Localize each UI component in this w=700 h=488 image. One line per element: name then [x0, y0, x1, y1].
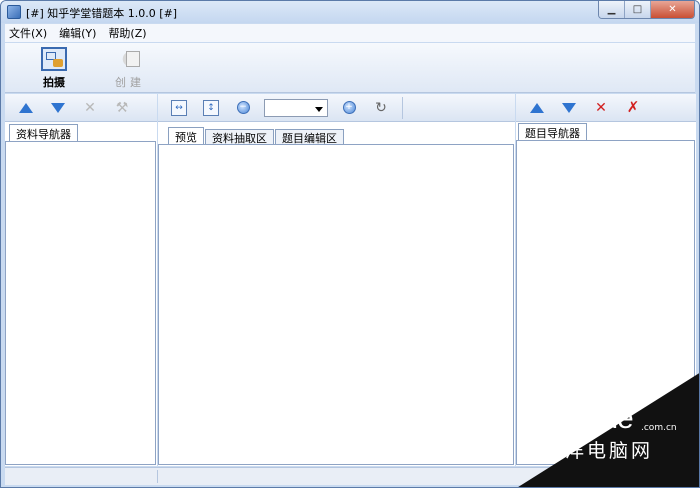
capture-button[interactable]: 拍摄 [31, 47, 77, 91]
watermark-brand: PConline [519, 402, 634, 435]
left-tabstrip: 资料导航器 [9, 124, 79, 142]
material-navigator-tree[interactable] [5, 141, 156, 465]
capture-label: 拍摄 [43, 76, 65, 89]
menu-edit[interactable]: 编辑(Y) [59, 25, 96, 41]
watermark-chinese: 太平洋电脑网 [521, 440, 654, 462]
app-icon[interactable] [7, 5, 21, 19]
move-down-icon[interactable] [558, 98, 580, 118]
zoom-in-icon[interactable]: + [338, 98, 360, 118]
clear-icon[interactable]: ✗ [622, 98, 644, 118]
minimize-button[interactable]: ▁ [599, 1, 625, 18]
menu-bar: 文件(X) 编辑(Y) 帮助(Z) [5, 24, 695, 42]
rotate-icon[interactable]: ↻ [370, 98, 392, 118]
tab-material-extract[interactable]: 资料抽取区 [205, 129, 274, 145]
tab-question-navigator[interactable]: 题目导航器 [518, 123, 587, 141]
left-panel: ✕ ⚒ 资料导航器 [5, 94, 157, 466]
move-up-icon[interactable] [526, 98, 548, 118]
menu-file[interactable]: 文件(X) [9, 25, 47, 41]
fit-width-icon[interactable]: ↔ [168, 98, 190, 118]
menu-help[interactable]: 帮助(Z) [108, 25, 146, 41]
tab-preview[interactable]: 预览 [168, 127, 204, 145]
right-tabstrip: 题目导航器 [518, 123, 588, 141]
zoom-combo[interactable] [264, 98, 328, 117]
pconline-watermark: PConline .com.cn 太平洋电脑网 [515, 372, 699, 487]
create-icon [117, 47, 143, 71]
tools-icon[interactable]: ⚒ [111, 98, 133, 118]
title-bar[interactable]: [#] 知乎学堂错题本 1.0.0 [#] ▁ □ ✕ [1, 1, 699, 23]
delete-icon[interactable]: ✕ [79, 98, 101, 118]
window-controls: ▁ □ ✕ [598, 1, 695, 19]
create-label: 创建 [115, 76, 145, 89]
tab-question-edit[interactable]: 题目编辑区 [275, 129, 344, 145]
tab-material-navigator[interactable]: 资料导航器 [9, 124, 78, 142]
fit-height-icon[interactable]: ↕ [200, 98, 222, 118]
center-panel: ↔ ↕ − + ↻ 预览 资料抽取区 题目编辑区 [158, 94, 515, 466]
app-window: [#] 知乎学堂错题本 1.0.0 [#] ▁ □ ✕ 文件(X) 编辑(Y) … [0, 0, 700, 488]
zoom-out-icon[interactable]: − [232, 98, 254, 118]
maximize-button[interactable]: □ [625, 1, 651, 18]
window-title: [#] 知乎学堂错题本 1.0.0 [#] [26, 7, 178, 20]
camera-icon [41, 47, 67, 71]
delete-icon[interactable]: ✕ [590, 98, 612, 118]
move-down-icon[interactable] [47, 98, 69, 118]
center-tabstrip: 预览 资料抽取区 题目编辑区 [168, 127, 345, 145]
toolbar-separator [402, 96, 403, 119]
center-panel-toolbar: ↔ ↕ − + ↻ [158, 94, 515, 122]
create-button[interactable]: 创建 [107, 47, 153, 91]
move-up-icon[interactable] [15, 98, 37, 118]
left-panel-toolbar: ✕ ⚒ [5, 94, 157, 122]
right-panel-toolbar: ✕ ✗ [516, 94, 696, 122]
main-toolbar: 拍摄 创建 [5, 43, 695, 93]
watermark-domain: .com.cn [641, 423, 677, 433]
preview-area[interactable] [158, 144, 514, 465]
close-button[interactable]: ✕ [651, 1, 694, 18]
status-separator [157, 470, 158, 483]
